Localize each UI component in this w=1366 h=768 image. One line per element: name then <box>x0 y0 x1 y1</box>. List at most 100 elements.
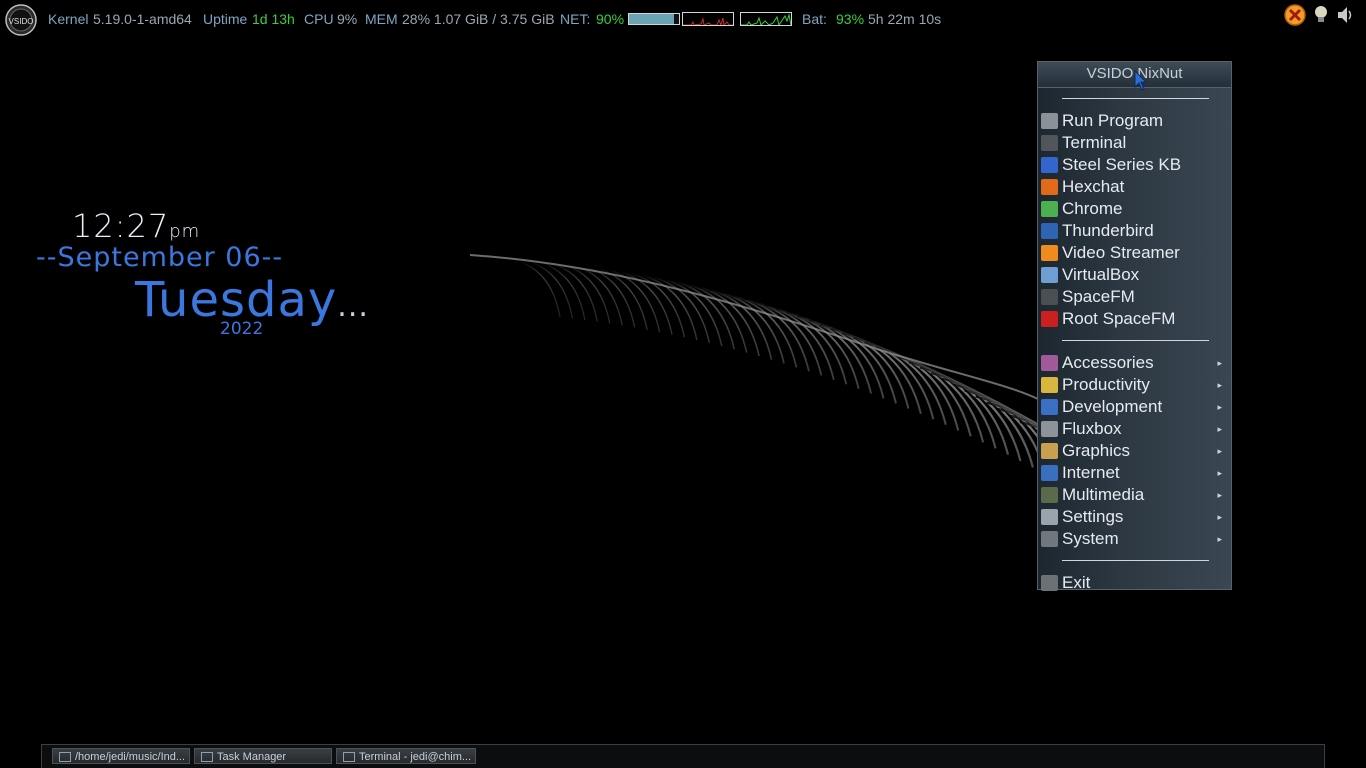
hexchat-icon <box>1041 179 1058 195</box>
accessories-icon <box>1041 355 1058 371</box>
menu-item-thunderbird[interactable]: Thunderbird <box>1038 220 1231 242</box>
spacefm-icon <box>1041 289 1058 305</box>
menu-item-label: Settings <box>1062 507 1124 526</box>
window-icon <box>59 752 71 762</box>
menu-item-hexchat[interactable]: Hexchat <box>1038 176 1231 198</box>
menu-item-terminal[interactable]: Terminal <box>1038 132 1231 154</box>
menu-item-label: Steel Series KB <box>1062 155 1182 174</box>
mem-value: 28% 1.07 GiB / 3.75 GiB <box>402 11 555 27</box>
menu-item-label: Internet <box>1062 463 1120 482</box>
internet-icon <box>1041 465 1058 481</box>
keyboard-icon <box>1041 157 1058 173</box>
menu-item-label: Run Program <box>1062 111 1164 130</box>
productivity-icon <box>1041 377 1058 393</box>
taskbar-button[interactable]: Terminal - jedi@chim... <box>336 748 476 764</box>
menu-separator <box>1038 330 1231 352</box>
exit-icon <box>1041 575 1058 591</box>
uptime-value: 1d 13h <box>252 11 295 27</box>
menu-item-label: Hexchat <box>1062 177 1125 196</box>
thunderbird-icon <box>1041 223 1058 239</box>
net-label: NET: <box>560 11 591 27</box>
kernel-value: 5.19.0-1-amd64 <box>93 11 192 27</box>
bat-value: 93% <box>836 11 865 27</box>
menu-item-label: Thunderbird <box>1062 221 1154 240</box>
clock-time-value: 12:27 <box>72 207 170 245</box>
root-menu: VSIDO NixNut Run Program Terminal Steel Se… <box>1037 61 1232 592</box>
menu-item-virtualbox[interactable]: VirtualBox <box>1038 264 1231 286</box>
menu-item-label: Exit <box>1062 573 1091 592</box>
taskbar-button-label: Terminal - jedi@chim... <box>359 751 472 763</box>
menu-categories-group: Accessories ▸ Productivity ▸ Development ▸ Flu… <box>1038 352 1231 550</box>
menu-item-label: Graphics <box>1062 441 1131 460</box>
terminal-icon <box>1041 135 1058 151</box>
run-program-icon <box>1041 113 1058 129</box>
download-graph <box>682 12 734 26</box>
menu-item-steel-series-kb[interactable]: Steel Series KB <box>1038 154 1231 176</box>
menu-item-label: System <box>1062 529 1119 548</box>
system-icon <box>1041 531 1058 547</box>
menu-item-spacefm[interactable]: SpaceFM <box>1038 286 1231 308</box>
menu-category-system[interactable]: System ▸ <box>1038 528 1231 550</box>
clock-date: --September 06-- <box>36 242 284 273</box>
net-level-bar <box>628 13 680 25</box>
menu-item-label: Root SpaceFM <box>1062 309 1176 328</box>
taskbar-button-label: /home/jedi/music/Ind... <box>75 751 186 763</box>
clock-year: 2022 <box>220 319 264 339</box>
menu-item-label: Development <box>1062 397 1163 416</box>
uptime-label: Uptime <box>203 11 248 27</box>
menu-category-development[interactable]: Development ▸ <box>1038 396 1231 418</box>
menu-item-label: Multimedia <box>1062 485 1145 504</box>
submenu-arrow-icon: ▸ <box>1217 402 1222 412</box>
menu-item-root-spacefm[interactable]: Root SpaceFM <box>1038 308 1231 330</box>
submenu-arrow-icon: ▸ <box>1217 358 1222 368</box>
menu-category-fluxbox[interactable]: Fluxbox ▸ <box>1038 418 1231 440</box>
menu-item-label: Fluxbox <box>1062 419 1122 438</box>
submenu-arrow-icon: ▸ <box>1217 380 1222 390</box>
mem-label: MEM <box>365 11 398 27</box>
menu-item-label: SpaceFM <box>1062 287 1135 306</box>
submenu-arrow-icon: ▸ <box>1217 490 1222 500</box>
menu-item-chrome[interactable]: Chrome <box>1038 198 1231 220</box>
menu-category-graphics[interactable]: Graphics ▸ <box>1038 440 1231 462</box>
menu-separator <box>1038 550 1231 572</box>
menu-item-video-streamer[interactable]: Video Streamer <box>1038 242 1231 264</box>
status-bar: VSIDO Kernel 5.19.0-1-amd64 Uptime 1d 13… <box>0 0 1366 40</box>
menu-apps-group: Run Program Terminal Steel Series KB Hexcha… <box>1038 110 1231 330</box>
vsido-logo-icon[interactable]: VSIDO <box>5 4 37 36</box>
taskbar-button[interactable]: /home/jedi/music/Ind... <box>52 748 190 764</box>
window-icon <box>201 752 213 762</box>
menu-item-label: Video Streamer <box>1062 243 1180 262</box>
mouse-cursor-icon <box>1134 70 1148 91</box>
upload-graph <box>740 12 792 26</box>
menu-category-internet[interactable]: Internet ▸ <box>1038 462 1231 484</box>
svg-text:VSIDO: VSIDO <box>9 17 34 26</box>
submenu-arrow-icon: ▸ <box>1217 512 1222 522</box>
menu-item-run-program[interactable]: Run Program <box>1038 110 1231 132</box>
net-value: 90% <box>596 11 625 27</box>
submenu-arrow-icon: ▸ <box>1217 446 1222 456</box>
taskbar-button-label: Task Manager <box>217 751 287 763</box>
menu-item-label: Terminal <box>1062 133 1127 152</box>
menu-item-exit[interactable]: Exit <box>1038 572 1231 594</box>
menu-category-settings[interactable]: Settings ▸ <box>1038 506 1231 528</box>
menu-item-label: Productivity <box>1062 375 1150 394</box>
taskbar-button[interactable]: Task Manager <box>194 748 332 764</box>
submenu-arrow-icon: ▸ <box>1217 534 1222 544</box>
development-icon <box>1041 399 1058 415</box>
speaker-tray-icon[interactable] <box>1334 4 1356 26</box>
menu-category-multimedia[interactable]: Multimedia ▸ <box>1038 484 1231 506</box>
menu-category-productivity[interactable]: Productivity ▸ <box>1038 374 1231 396</box>
kernel-label: Kernel <box>48 11 89 27</box>
graphics-icon <box>1041 443 1058 459</box>
hexchat-tray-icon[interactable] <box>1284 4 1306 26</box>
chrome-icon <box>1041 201 1058 217</box>
root-spacefm-icon <box>1041 311 1058 327</box>
clock-day-suffix: ... <box>337 289 369 324</box>
bulb-tray-icon[interactable] <box>1310 4 1332 26</box>
cpu-label: CPU <box>304 11 334 27</box>
multimedia-icon <box>1041 487 1058 503</box>
net-level-fill <box>629 14 674 24</box>
menu-item-label: Accessories <box>1062 353 1154 372</box>
menu-category-accessories[interactable]: Accessories ▸ <box>1038 352 1231 374</box>
clock-ampm: pm <box>169 221 201 242</box>
